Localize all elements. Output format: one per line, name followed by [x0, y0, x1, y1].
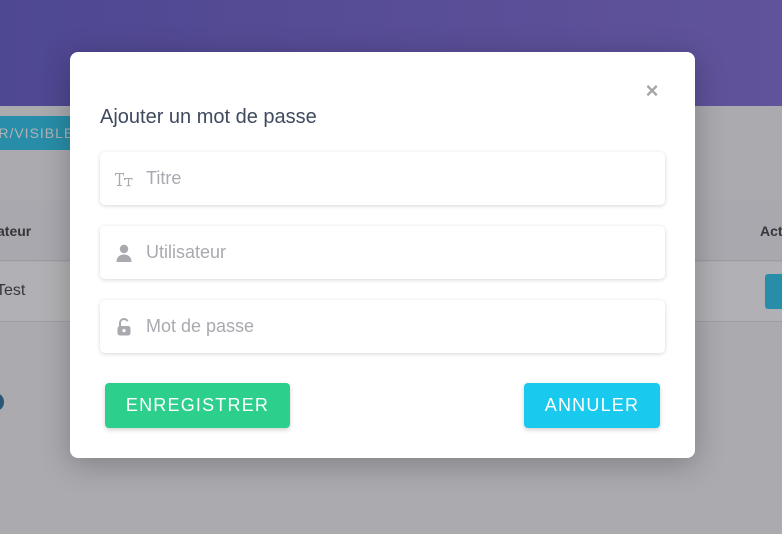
user-field[interactable] — [100, 226, 665, 279]
title-input[interactable] — [146, 158, 646, 199]
password-field[interactable] — [100, 300, 665, 353]
title-field[interactable] — [100, 152, 665, 205]
user-icon — [100, 226, 146, 279]
unlock-icon — [100, 300, 146, 353]
user-input[interactable] — [146, 232, 646, 273]
cancel-button[interactable]: ANNULER — [524, 383, 660, 428]
text-height-icon — [100, 152, 146, 205]
password-input[interactable] — [146, 306, 646, 347]
close-icon[interactable]: × — [643, 80, 661, 102]
modal-title: Ajouter un mot de passe — [100, 106, 317, 128]
save-button[interactable]: ENREGISTRER — [105, 383, 290, 428]
add-password-modal: × Ajouter un mot de passe Titre Utilisat… — [70, 52, 695, 458]
